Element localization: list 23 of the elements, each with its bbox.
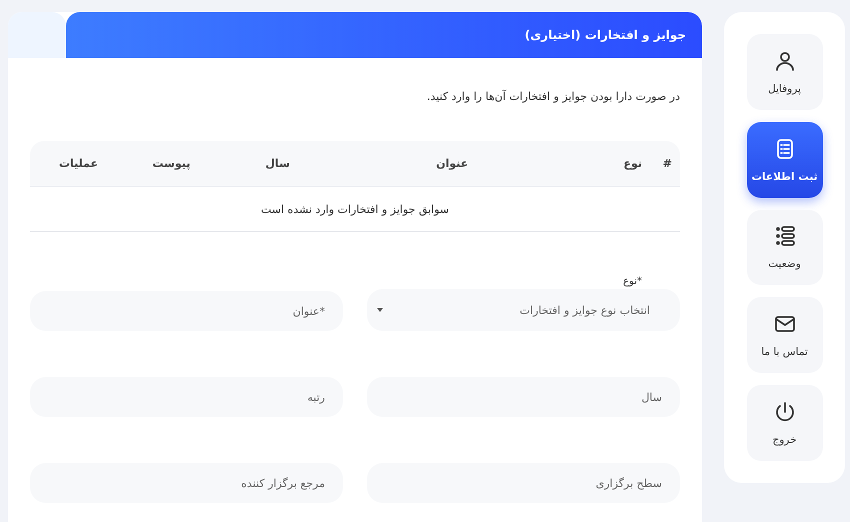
- column-header: نوع: [623, 157, 642, 170]
- sidebar-item[interactable]: ثبت اطلاعات: [746, 122, 822, 198]
- column-header: پیوست: [152, 157, 190, 170]
- intro-text: در صورت دارا بودن جوایز و افتخارات آن‌ها را وارد کنید.: [426, 90, 680, 103]
- sidebar-item[interactable]: خروج: [746, 385, 822, 461]
- input-field[interactable]: رتبه: [30, 377, 343, 417]
- sidebar-item[interactable]: تماس با ما: [746, 297, 822, 374]
- sidebar-item[interactable]: پروفایل: [746, 34, 822, 110]
- sidebar-item[interactable]: وضعیت: [746, 210, 822, 286]
- empty-message: سوابق جوایز و افتخارات وارد نشده است: [260, 202, 450, 216]
- panel-title: جوایز و افتخارات (اختیاری): [524, 28, 686, 42]
- input-field[interactable]: سطح برگزاری: [367, 463, 680, 503]
- field-label: *نوع: [622, 276, 642, 287]
- column-header: سال: [265, 157, 290, 170]
- column-header: #: [662, 157, 672, 170]
- caret-icon: [377, 308, 383, 312]
- input-field[interactable]: *عنوان: [30, 291, 343, 331]
- input-field[interactable]: سال: [367, 377, 680, 417]
- column-header: عنوان: [436, 157, 468, 170]
- header-strip: [8, 12, 66, 58]
- input-field[interactable]: مرجع برگزار کننده: [30, 463, 343, 503]
- column-header: عملیات: [58, 157, 98, 170]
- select-field[interactable]: انتخاب نوع جوایز و افتخارات: [367, 289, 680, 331]
